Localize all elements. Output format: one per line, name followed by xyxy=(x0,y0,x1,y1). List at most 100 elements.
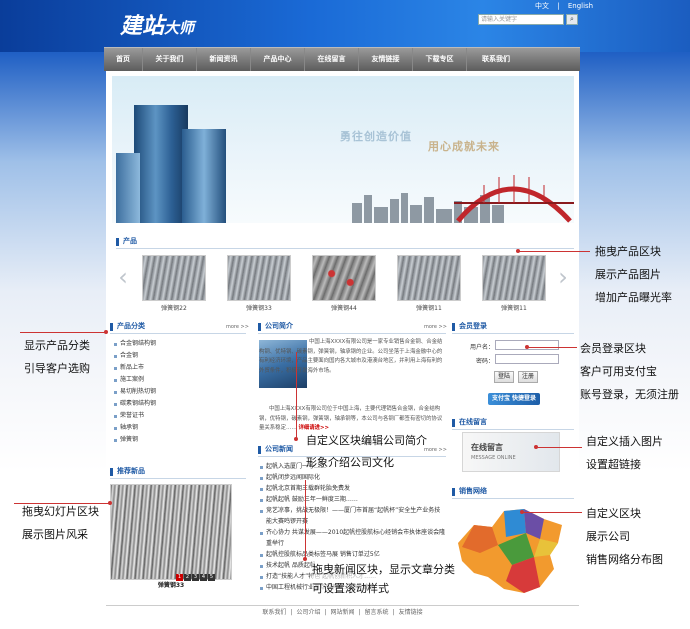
annotation-line xyxy=(522,512,582,513)
annotation-member: 会员登录区块 客户可用支付宝 账号登录，无须注册 xyxy=(580,342,679,401)
footer-links: 联系我们 | 公司介绍 | 网站新闻 | 留言系统 | 友情链接 xyxy=(106,605,579,629)
products-heading: 产品 xyxy=(116,235,574,249)
recommend-slide-image[interactable] xyxy=(110,484,232,580)
annotation-news: 拖曳新闻区块，显示文章分类 可设置滚动样式 xyxy=(312,560,455,598)
sales-heading: 销售网络 xyxy=(452,485,574,499)
tower-building xyxy=(182,129,226,223)
news-more-link[interactable]: more >> xyxy=(424,447,447,453)
nav-download[interactable]: 下载专区 xyxy=(413,48,467,71)
category-item[interactable]: 合金钢 xyxy=(112,350,246,362)
hero-banner: 勇往创造价值 用心成就未来 xyxy=(112,76,574,223)
annotation-products: 拖曳产品区块 展示产品图片 增加产品曝光率 xyxy=(595,245,672,304)
footer-link-contact[interactable]: 联系我们 xyxy=(262,609,286,616)
category-item[interactable]: 合金钢结构钢 xyxy=(112,338,246,350)
annotation-sales: 自定义区块 展示公司 销售网络分布图 xyxy=(586,507,663,566)
language-switch: 中文 | English xyxy=(532,1,596,11)
annotation-message: 自定义插入图片 设置超链接 xyxy=(586,435,663,471)
annotation-dot xyxy=(520,510,524,514)
news-item[interactable]: 齐心协力 共谋发展——2010起帆控股航标心经销会市执体座谈会隆重举行 xyxy=(258,527,446,549)
password-label: 密码： xyxy=(476,358,495,365)
annotation-slide: 拖曳幻灯片区块 展示图片风采 xyxy=(22,505,99,541)
annotation-dot xyxy=(534,445,538,449)
alipay-login-button[interactable]: 支付宝 快捷登录 xyxy=(488,393,540,405)
product-card[interactable]: 弹簧钢11 xyxy=(397,255,461,312)
product-caption: 弹簧钢22 xyxy=(161,305,187,312)
product-card[interactable]: 弹簧钢22 xyxy=(142,255,206,312)
nav-products[interactable]: 产品中心 xyxy=(251,48,305,71)
footer-separator: | xyxy=(290,609,293,616)
username-label: 用户名： xyxy=(470,344,495,351)
product-image xyxy=(227,255,291,301)
footer-separator: | xyxy=(358,609,361,616)
news-item[interactable]: 起帆起帆 鼓励三年一鲜度三期…… xyxy=(258,494,446,505)
nav-home[interactable]: 首页 xyxy=(104,48,143,71)
nav-contact[interactable]: 联系我们 xyxy=(467,48,525,71)
site-logo[interactable]: 建站大师 xyxy=(120,8,194,40)
annotation-line xyxy=(296,352,297,440)
news-item[interactable]: 起帆北京首期三载群轮胎免费发 xyxy=(258,483,446,494)
product-image xyxy=(142,255,206,301)
member-heading: 会员登录 xyxy=(452,320,574,334)
red-arch-bridge xyxy=(454,175,574,223)
hero-slogan-1: 勇往创造价值 xyxy=(340,130,412,143)
category-item[interactable]: 易切削热切钢 xyxy=(112,386,246,398)
nav-news[interactable]: 新闻资讯 xyxy=(197,48,251,71)
intro-more-link[interactable]: more >> xyxy=(424,324,447,330)
news-item[interactable]: 起帆控股航标品类标签马展 销售订单过5亿 xyxy=(258,549,446,560)
register-button[interactable]: 注册 xyxy=(518,371,538,383)
product-caption: 弹簧钢11 xyxy=(501,305,527,312)
search-button[interactable]: ⌕ xyxy=(566,14,578,25)
product-image xyxy=(482,255,546,301)
news-item[interactable]: 竞艺凉事，挑战无极限！——厦门市首届“起帆杯”安全生产业务技能大赛鸣锣开赛 xyxy=(258,505,446,527)
category-item[interactable]: 弹簧钢 xyxy=(112,434,246,446)
nav-links[interactable]: 友情链接 xyxy=(359,48,413,71)
product-card[interactable]: 弹簧钢11 xyxy=(482,255,546,312)
footer-link-friends[interactable]: 友情链接 xyxy=(399,609,423,616)
nav-about[interactable]: 关于我们 xyxy=(143,48,197,71)
annotation-intro: 自定义区块编辑公司简介 形象介绍公司文化 xyxy=(306,434,427,469)
intro-paragraph-2-text: 中国上海XXXX有限公司位于中国上海，主要代理销售合金钢，合金结构钢，优特钢，碳… xyxy=(259,406,443,432)
nav-message[interactable]: 在线留言 xyxy=(305,48,359,71)
search-input[interactable]: 请输入关键字 xyxy=(478,14,564,25)
annotation-dot xyxy=(303,557,307,561)
product-caption: 弹簧钢11 xyxy=(416,305,442,312)
annotation-line xyxy=(527,347,577,348)
annotation-line xyxy=(305,480,306,560)
annotation-line xyxy=(518,251,590,252)
message-card[interactable]: 在线留言 MESSAGE ONLINE xyxy=(462,432,560,472)
category-item[interactable]: 轴承钢 xyxy=(112,422,246,434)
footer-link-about[interactable]: 公司介绍 xyxy=(296,609,320,616)
password-field[interactable] xyxy=(495,354,559,364)
product-image xyxy=(397,255,461,301)
message-card-subtitle: MESSAGE ONLINE xyxy=(471,455,516,461)
tower-building xyxy=(134,105,188,223)
annotation-dot xyxy=(516,249,520,253)
footer-link-news[interactable]: 网站新闻 xyxy=(330,609,354,616)
prev-arrow-icon[interactable]: ‹ xyxy=(116,263,130,291)
category-list: 合金钢结构钢 合金钢 新品上市 施工案例 易切削热切钢 碳素钢结构钢 荣誉证书 … xyxy=(112,338,246,446)
login-button[interactable]: 登陆 xyxy=(494,371,514,383)
category-item[interactable]: 施工案例 xyxy=(112,374,246,386)
intro-paragraph-1: 中国上海XXXX有限公司是一家专业销售合金钢、合金结构钢、优特钢、碳素钢，弹簧钢… xyxy=(259,339,443,374)
annotation-dot xyxy=(104,330,108,334)
annotation-line xyxy=(20,332,106,333)
product-card[interactable]: 弹簧钢33 xyxy=(227,255,291,312)
annotation-dot xyxy=(294,437,298,441)
footer-separator: | xyxy=(392,609,395,616)
categories-more-link[interactable]: more >> xyxy=(226,324,249,330)
main-nav: 首页 关于我们 新闻资讯 产品中心 在线留言 友情链接 下载专区 联系我们 xyxy=(104,47,580,71)
category-item[interactable]: 新品上市 xyxy=(112,362,246,374)
lang-separator: | xyxy=(557,2,560,10)
hero-slogan-2: 用心成就未来 xyxy=(428,140,500,153)
annotation-dot xyxy=(108,501,112,505)
category-item[interactable]: 荣誉证书 xyxy=(112,410,246,422)
product-card[interactable]: 弹簧钢44 xyxy=(312,255,376,312)
intro-heading: 公司简介 xyxy=(258,320,446,334)
lang-cn-link[interactable]: 中文 xyxy=(535,2,549,10)
product-image xyxy=(312,255,376,301)
footer-link-message[interactable]: 留言系统 xyxy=(365,609,389,616)
tower-building xyxy=(116,153,140,223)
lang-en-link[interactable]: English xyxy=(568,2,593,10)
next-arrow-icon[interactable]: › xyxy=(556,263,570,291)
category-item[interactable]: 碳素钢结构钢 xyxy=(112,398,246,410)
